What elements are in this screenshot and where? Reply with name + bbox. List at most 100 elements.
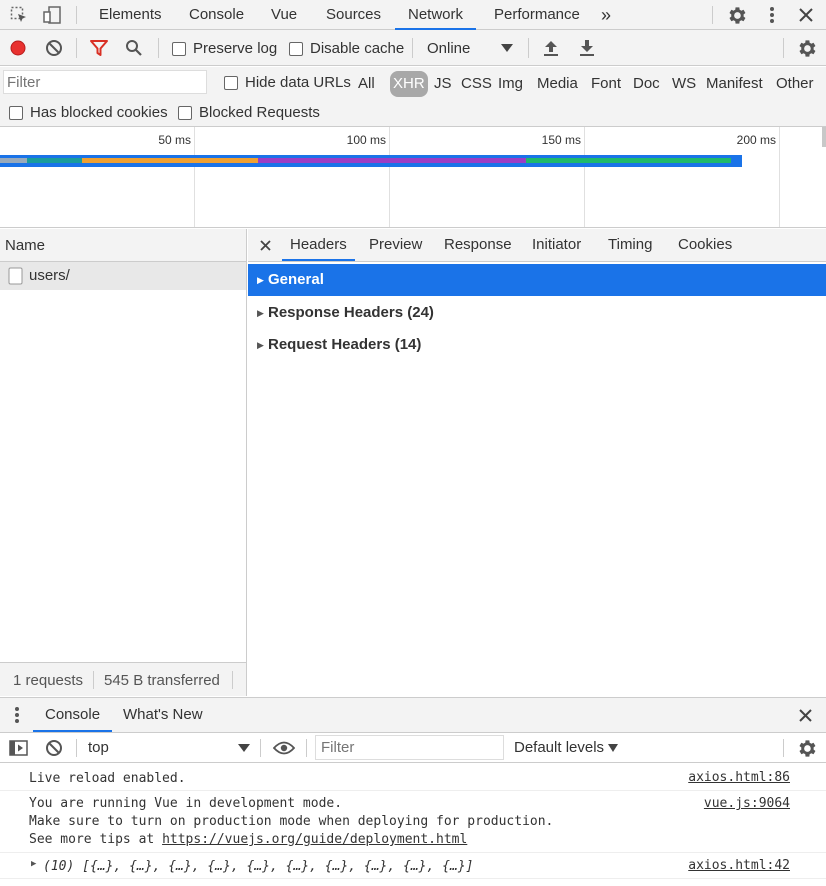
- checkbox-box[interactable]: [172, 41, 186, 56]
- tab-elements[interactable]: Elements: [99, 0, 162, 30]
- hide-data-urls-checkbox[interactable]: Hide data URLs: [224, 74, 351, 91]
- filter-type-media[interactable]: Media: [537, 71, 578, 97]
- drawer-tab-whats-new[interactable]: What's New: [123, 698, 203, 732]
- filter-type-ws[interactable]: WS: [672, 71, 696, 97]
- tab-performance[interactable]: Performance: [494, 0, 580, 30]
- filter-type-doc[interactable]: Doc: [633, 71, 660, 97]
- console-message-tip: See more tips at https://vuejs.org/guide…: [29, 831, 467, 849]
- filter-type-js[interactable]: JS: [434, 71, 452, 97]
- chevron-down-icon[interactable]: [607, 742, 619, 754]
- request-list-panel: Name users/ 1 requests 545 B transferred: [0, 229, 247, 696]
- console-message: You are running Vue in development mode.…: [0, 791, 826, 853]
- tab-sources[interactable]: Sources: [326, 0, 381, 30]
- disable-cache-checkbox[interactable]: Disable cache: [289, 40, 404, 57]
- timeline-tick-label: 50 ms: [158, 133, 191, 147]
- tab-network[interactable]: Network: [395, 0, 477, 30]
- close-devtools-icon[interactable]: [796, 5, 816, 25]
- drawer-tab-console[interactable]: Console: [33, 698, 113, 732]
- context-select[interactable]: top: [88, 739, 109, 756]
- timeline-scroll-handle[interactable]: [822, 127, 826, 147]
- more-options-kebab-icon[interactable]: [762, 5, 782, 25]
- devtools-tab-bar: Elements Console Vue Sources Network Per…: [0, 0, 826, 30]
- network-settings-gear-icon[interactable]: [796, 38, 816, 58]
- checkbox-box[interactable]: [178, 105, 192, 120]
- name-column-header[interactable]: Name: [0, 229, 246, 262]
- timeline-tick-label: 200 ms: [736, 133, 776, 147]
- settings-gear-icon[interactable]: [726, 5, 746, 25]
- tab-cookies[interactable]: Cookies: [678, 229, 732, 261]
- expand-triangle-icon: ▶: [257, 308, 264, 318]
- blocked-requests-label: Blocked Requests: [199, 104, 320, 121]
- console-message-text: You are running Vue in development mode.: [29, 796, 343, 811]
- log-levels-select[interactable]: Default levels: [514, 739, 604, 756]
- request-name: users/: [29, 267, 70, 284]
- vue-deployment-link[interactable]: https://vuejs.org/guide/deployment.html: [162, 832, 467, 847]
- console-toolbar: top Default levels: [0, 733, 826, 763]
- timeline-overview[interactable]: 50 ms 100 ms 150 ms 200 ms: [0, 127, 826, 228]
- drawer-menu-kebab-icon[interactable]: [10, 705, 24, 725]
- detail-tab-bar: Headers Preview Response Initiator Timin…: [248, 229, 826, 262]
- export-har-download-icon[interactable]: [578, 39, 596, 57]
- filter-type-all[interactable]: All: [358, 71, 375, 97]
- timeline-tick-label: 100 ms: [346, 133, 386, 147]
- filter-type-img[interactable]: Img: [498, 71, 523, 97]
- tab-response[interactable]: Response: [444, 229, 512, 261]
- request-detail-panel: Headers Preview Response Initiator Timin…: [248, 229, 826, 696]
- filter-input[interactable]: [3, 70, 207, 94]
- chevron-down-icon[interactable]: [237, 742, 251, 754]
- console-source-link[interactable]: axios.html:86: [688, 770, 790, 785]
- waterfall-bar: [0, 155, 742, 167]
- filter-funnel-icon[interactable]: [89, 39, 109, 57]
- console-source-link[interactable]: axios.html:42: [688, 858, 790, 873]
- device-toolbar-icon[interactable]: [42, 5, 64, 25]
- filter-type-manifest[interactable]: Manifest: [706, 71, 763, 97]
- waterfall-segment-waiting: [526, 158, 731, 163]
- throttling-select[interactable]: Online: [427, 40, 470, 57]
- filter-type-css[interactable]: CSS: [461, 71, 492, 97]
- console-array-preview: (10) [{…}, {…}, {…}, {…}, {…}, {…}, {…},…: [43, 859, 474, 874]
- preserve-log-checkbox[interactable]: Preserve log: [172, 40, 277, 57]
- inspect-element-icon[interactable]: [9, 5, 29, 25]
- filter-type-other[interactable]: Other: [776, 71, 814, 97]
- console-source-link[interactable]: vue.js:9064: [704, 796, 790, 811]
- request-headers-section-header[interactable]: ▶ Request Headers (14): [248, 329, 826, 361]
- close-drawer-icon[interactable]: [798, 708, 812, 722]
- checkbox-box[interactable]: [289, 41, 303, 56]
- tab-headers[interactable]: Headers: [282, 229, 355, 261]
- tab-preview[interactable]: Preview: [369, 229, 422, 261]
- network-toolbar: Preserve log Disable cache Online: [0, 30, 826, 66]
- search-icon[interactable]: [124, 39, 144, 57]
- expand-triangle-icon[interactable]: ▶: [31, 859, 36, 869]
- tab-timing[interactable]: Timing: [608, 229, 652, 261]
- section-title: Response Headers (24): [268, 304, 434, 321]
- clear-console-icon[interactable]: [45, 739, 63, 757]
- disable-cache-label: Disable cache: [310, 40, 405, 57]
- section-title: General: [268, 271, 324, 288]
- clear-icon[interactable]: [45, 39, 63, 57]
- close-detail-icon[interactable]: [258, 238, 272, 252]
- console-settings-gear-icon[interactable]: [796, 738, 816, 758]
- general-section-header[interactable]: ▶ General: [248, 264, 826, 296]
- checkbox-box[interactable]: [224, 75, 238, 90]
- filter-type-font[interactable]: Font: [591, 71, 621, 97]
- tab-initiator[interactable]: Initiator: [532, 229, 581, 261]
- console-message[interactable]: ▶ (10) [{…}, {…}, {…}, {…}, {…}, {…}, {……: [0, 853, 826, 879]
- filter-bar: Hide data URLs All XHR JS CSS Img Media …: [0, 67, 826, 127]
- more-tabs-button[interactable]: »: [601, 0, 611, 30]
- show-sidebar-icon[interactable]: [8, 739, 28, 757]
- has-blocked-cookies-checkbox[interactable]: Has blocked cookies: [9, 104, 168, 121]
- chevron-down-icon[interactable]: [500, 42, 514, 54]
- import-har-upload-icon[interactable]: [542, 39, 560, 57]
- blocked-requests-checkbox[interactable]: Blocked Requests: [178, 104, 320, 121]
- checkbox-box[interactable]: [9, 105, 23, 120]
- tab-vue[interactable]: Vue: [271, 0, 297, 30]
- tab-console[interactable]: Console: [189, 0, 244, 30]
- console-filter-input[interactable]: [315, 735, 504, 760]
- record-icon[interactable]: [9, 39, 27, 57]
- request-row[interactable]: users/: [0, 262, 246, 290]
- response-headers-section-header[interactable]: ▶ Response Headers (24): [248, 297, 826, 329]
- request-status-bar: 1 requests 545 B transferred: [0, 662, 246, 696]
- filter-type-xhr[interactable]: XHR: [390, 71, 428, 97]
- live-expression-eye-icon[interactable]: [272, 739, 296, 757]
- expand-triangle-icon: ▶: [257, 340, 264, 350]
